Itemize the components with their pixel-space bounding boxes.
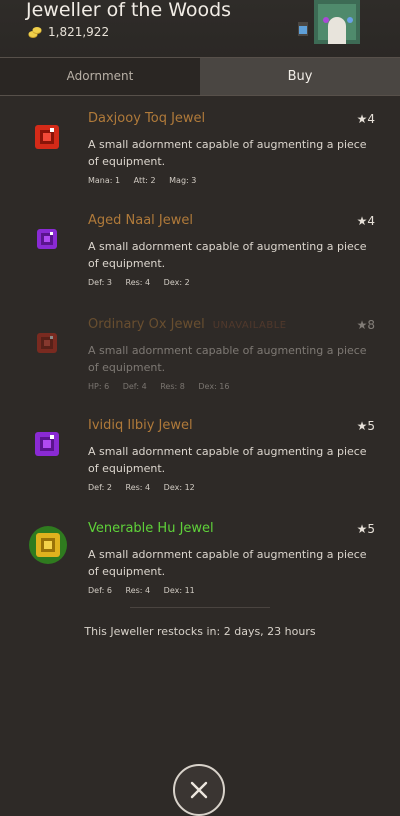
shop-tabs: Adornment Buy [0,57,400,96]
stat: Mag: 3 [169,176,197,185]
stat: Def: 6 [88,586,112,595]
gold-display: 1,821,922 [28,25,109,39]
shop-item[interactable]: Ividiq Ilbiy Jewel ★5 A small adornment … [0,418,400,519]
item-description: A small adornment capable of augmenting … [88,138,367,168]
stat: HP: 6 [88,382,110,391]
tab-adornment[interactable]: Adornment [0,58,200,95]
purple-jewel-icon [37,229,57,249]
close-icon [190,781,208,799]
item-stats: Def: 3 Res: 4 Dex: 2 [88,278,201,287]
unavailable-label: UNAVAILABLE [212,320,287,331]
gold-jewel-icon [29,526,67,564]
stat: Dex: 2 [163,278,190,287]
item-description: A small adornment capable of augmenting … [88,240,367,270]
item-stats: HP: 6 Def: 4 Res: 8 Dex: 16 [88,382,240,391]
stat: Def: 2 [88,483,112,492]
close-button[interactable] [173,764,225,816]
stat: Res: 4 [125,278,151,287]
stat: Mana: 1 [88,176,121,185]
stat: Def: 4 [122,382,147,391]
item-stats: Def: 6 Res: 4 Dex: 11 [88,586,206,595]
shop-building-icon [298,0,360,44]
purple-jewel-icon [35,432,59,456]
item-description: A small adornment capable of augmenting … [88,548,367,578]
stat: Res: 4 [125,586,151,595]
item-name: Ividiq Ilbiy Jewel [88,418,193,433]
stat: Dex: 12 [163,483,195,492]
gold-amount: 1,821,922 [48,25,110,39]
item-stats: Def: 2 Res: 4 Dex: 12 [88,483,206,492]
red-jewel-icon [35,125,59,149]
tab-buy[interactable]: Buy [200,58,400,95]
shop-item[interactable]: Daxjooy Toq Jewel ★4 A small adornment c… [0,111,400,212]
item-stats: Mana: 1 Att: 2 Mag: 3 [88,176,207,185]
stat: Res: 4 [125,483,151,492]
red-jewel-icon [37,333,57,353]
divider [130,607,270,608]
stat: Dex: 11 [163,586,195,595]
gold-coins-icon [28,27,42,38]
item-name: Daxjooy Toq Jewel [88,111,206,126]
shop-item[interactable]: Aged Naal Jewel ★4 A small adornment cap… [0,213,400,314]
stat: Def: 3 [88,278,112,287]
item-tier: ★4 [356,112,375,126]
stat: Dex: 16 [198,382,230,391]
item-description: A small adornment capable of augmenting … [88,344,367,374]
item-tier: ★8 [356,318,375,332]
shop-item-unavailable: Ordinary Ox Jewel UNAVAILABLE ★8 A small … [0,317,400,418]
item-name: Ordinary Ox Jewel UNAVAILABLE [88,317,287,332]
item-tier: ★5 [356,419,375,433]
shop-header: Jeweller of the Woods 1,821,922 [0,0,400,57]
item-description: A small adornment capable of augmenting … [88,445,367,475]
stat: Res: 8 [160,382,185,391]
restock-timer: This Jeweller restocks in: 2 days, 23 ho… [84,625,316,638]
stat: Att: 2 [133,176,156,185]
item-name: Aged Naal Jewel [88,213,194,228]
item-tier: ★4 [356,214,375,228]
item-name-text: Ordinary Ox Jewel [88,317,205,332]
item-tier: ★5 [356,522,375,536]
shop-title: Jeweller of the Woods [26,0,232,21]
item-name: Venerable Hu Jewel [88,521,214,536]
